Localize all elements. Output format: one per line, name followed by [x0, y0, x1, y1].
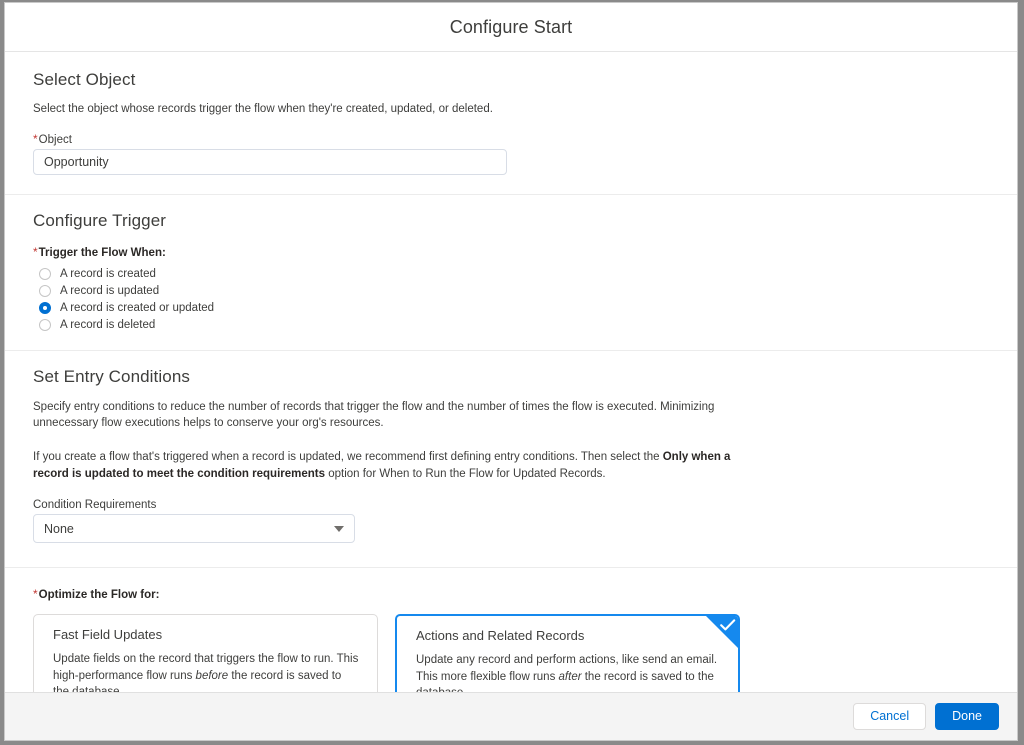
section-entry-conditions: Set Entry Conditions Specify entry condi… [5, 351, 1017, 569]
entry-conditions-paragraph-1: Specify entry conditions to reduce the n… [33, 400, 715, 430]
trigger-legend: Trigger the Flow When: [38, 246, 166, 259]
radio-record-deleted[interactable]: A record is deleted [33, 317, 989, 334]
page-title: Configure Start [449, 16, 573, 37]
optimize-label: Optimize the Flow for: [38, 589, 160, 602]
checkmark-glyph [720, 619, 736, 631]
card-desc-emphasis: after [558, 670, 582, 683]
radio-record-updated[interactable]: A record is updated [33, 283, 989, 300]
configure-trigger-heading: Configure Trigger [33, 210, 167, 230]
object-input[interactable] [33, 148, 507, 175]
select-object-heading: Select Object [33, 70, 136, 89]
modal-body: Select Object Select the object whose re… [5, 52, 1017, 692]
required-asterisk-trigger: * [33, 244, 38, 259]
radio-icon [39, 319, 51, 332]
card-title: Fast Field Updates [53, 627, 163, 643]
radio-record-created[interactable]: A record is created [33, 266, 989, 283]
optimize-label-row: *Optimize the Flow for: [33, 585, 989, 603]
card-fast-field-updates[interactable]: Fast Field Updates Update fields on the … [33, 614, 378, 692]
done-button[interactable]: Done [935, 703, 999, 730]
object-label-text: Object [38, 133, 72, 146]
card-description: Update any record and perform actions, l… [416, 652, 721, 692]
optimize-card-list: Fast Field Updates Update fields on the … [33, 614, 989, 692]
section-select-object: Select Object Select the object whose re… [5, 52, 1017, 195]
modal-footer: Cancel Done [5, 692, 1017, 740]
card-description: Update fields on the record that trigger… [53, 651, 360, 692]
select-object-help: Select the object whose records trigger … [33, 103, 493, 115]
card-desc-emphasis: before [195, 669, 229, 682]
paragraph-2-text-end: option for When to Run the Flow for Upda… [325, 467, 606, 480]
card-title: Actions and Related Records [416, 628, 585, 644]
radio-label: A record is deleted [60, 319, 156, 332]
radio-record-created-or-updated[interactable]: A record is created or updated [33, 300, 989, 317]
entry-conditions-heading: Set Entry Conditions [33, 366, 190, 386]
condition-requirements-select[interactable]: None [33, 514, 355, 544]
entry-conditions-paragraph-2: If you create a flow that's triggered wh… [33, 449, 753, 482]
condition-requirements-label: Condition Requirements [33, 499, 157, 512]
condition-requirements-value: None [33, 514, 355, 544]
radio-icon [39, 285, 51, 298]
radio-icon-selected [39, 302, 51, 315]
card-actions-and-related-records[interactable]: Actions and Related Records Update any r… [395, 614, 740, 692]
radio-label: A record is created [60, 268, 156, 281]
section-configure-trigger: Configure Trigger *Trigger the Flow When… [5, 195, 1017, 351]
required-asterisk-optimize: * [33, 587, 38, 602]
trigger-radio-group: A record is created A record is updated … [33, 266, 989, 334]
required-asterisk-object: * [33, 131, 38, 146]
paragraph-2-text-start: If you create a flow that's triggered wh… [33, 451, 663, 464]
section-optimize-flow: *Optimize the Flow for: Fast Field Updat… [5, 568, 1017, 692]
configure-start-modal: Configure Start Select Object Select the… [4, 2, 1018, 741]
selected-check-icon [705, 616, 738, 650]
radio-label: A record is created or updated [60, 302, 215, 315]
cancel-button[interactable]: Cancel [853, 703, 927, 730]
modal-header: Configure Start [5, 3, 1017, 52]
object-field-label: *Object [33, 132, 989, 146]
radio-icon [39, 268, 51, 281]
radio-label: A record is updated [60, 285, 160, 298]
